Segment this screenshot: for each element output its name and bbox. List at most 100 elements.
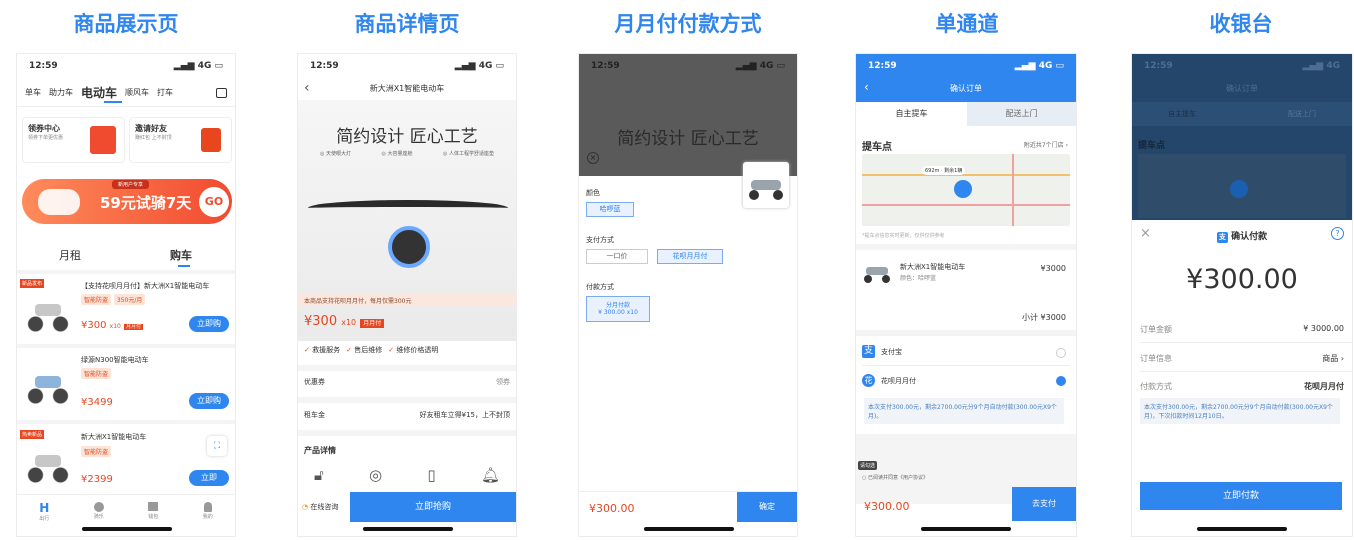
map <box>1138 154 1346 218</box>
message-icon[interactable] <box>216 87 227 98</box>
order-amount-row: 订单金额 ¥ 3000.00 <box>1140 324 1344 334</box>
list-item[interactable]: 绿源N300智能电动车 智能防盗 ¥3499 立即购 <box>17 351 235 421</box>
invite-card[interactable]: 邀请好友 赚红包 上不封顶 <box>129 117 232 163</box>
section-title: 商品详情页 <box>354 12 460 36</box>
buy-now-button[interactable]: 立即 <box>189 470 229 486</box>
plan-tag: 月月付 <box>360 319 385 328</box>
section-title: 月月付付款方式 <box>614 12 762 36</box>
bike-thumbnail <box>743 162 789 208</box>
nearby-link[interactable]: 附近共7个门店 › <box>1024 140 1068 149</box>
tab-buy[interactable]: 购车 <box>170 247 192 263</box>
plan-option[interactable]: 分月付款 ¥ 300.00 x10 <box>586 296 650 322</box>
alipay-radio[interactable] <box>1056 348 1066 358</box>
consult-button[interactable]: ◔ 在线咨询 <box>298 492 350 522</box>
promo-bar: 本商品支持花呗月月付，每月仅需300元 <box>298 294 516 306</box>
bottom-nav: H 出行 骑乐 钱包 我的 <box>17 501 235 522</box>
product-badge: 热卖新品 <box>20 430 45 439</box>
subtotal: 小计 ¥3000 <box>1022 313 1066 322</box>
home-indicator <box>921 527 1011 531</box>
tab-bike[interactable]: 单车 <box>25 87 41 98</box>
buy-now-button[interactable]: 立即抢购 <box>350 492 516 522</box>
signal-icon: ▂▄▆ 4G ▭ <box>173 61 223 71</box>
banner-tag: 新用户专享 <box>112 180 150 189</box>
list-item[interactable]: 热卖新品 新大洲X1智能电动车 智能防盗 ¥2399 ⛶ 立即 <box>17 426 235 496</box>
coupon-card[interactable]: 领券中心 领券下单更优惠 <box>22 117 125 163</box>
map[interactable]: 692m · 剩余1辆 <box>862 154 1070 226</box>
scan-icon[interactable]: ⛶ <box>207 436 227 456</box>
home-indicator <box>644 527 734 531</box>
scooter-image <box>38 189 80 215</box>
nav-ride[interactable]: H 出行 <box>39 501 49 522</box>
tab-indicator <box>104 101 122 103</box>
confirm-button[interactable]: 确定 <box>737 492 797 522</box>
tab-ride[interactable]: 顺风车 <box>125 87 149 98</box>
tab-self-pickup[interactable]: 自主提车 <box>856 102 967 126</box>
headlight-image <box>388 226 430 268</box>
color-label: 颜色 <box>586 189 600 197</box>
category-tabs: 单车 助力车 电动车 顺风车 打车 <box>25 84 227 101</box>
help-icon[interactable]: ? <box>1331 227 1344 240</box>
pay-option-huabei[interactable]: 花呗月月付 <box>657 249 723 264</box>
installment-note: 本次支付300.00元，剩余2700.00元分9个月自动付款(300.00元X9… <box>864 398 1064 424</box>
section-title: 收银台 <box>1209 12 1273 36</box>
page-title: 确认订单 <box>950 84 982 93</box>
header: 12:59 ▂▄▆ 4G ▭ ‹ 确认订单 <box>856 54 1076 102</box>
section-title: 单通道 <box>935 12 999 36</box>
nav-wallet[interactable]: 钱包 <box>148 501 158 522</box>
options-sheet: 颜色 哈啰蓝 支付方式 一口价 花呗月月付 付款方式 分月付款 ¥ 300.00 … <box>579 162 797 536</box>
color-option[interactable]: 哈啰蓝 <box>586 202 634 217</box>
map-label: 692m · 剩余1辆 <box>922 166 966 175</box>
tab-taxi[interactable]: 打车 <box>157 87 173 98</box>
pay-option-full[interactable]: 一口价 <box>586 249 648 264</box>
tab-ebike[interactable]: 电动车 <box>81 84 117 101</box>
bike-thumbnail <box>862 259 894 287</box>
coupon-row[interactable]: 优惠券 领券 <box>304 377 510 387</box>
tab-assist[interactable]: 助力车 <box>49 87 73 98</box>
product-tag: 350元/月 <box>113 294 146 305</box>
alipay-option[interactable]: 支支付宝 <box>862 345 902 358</box>
promo-banner[interactable]: 新用户专享 59元试骑7天 GO <box>22 179 232 224</box>
product-price: ¥3499 <box>81 397 113 408</box>
phone-confirm-order: 12:59 ▂▄▆ 4G ▭ ‹ 确认订单 自主提车 配送上门 提车点 附近共7个… <box>855 53 1077 537</box>
feature-item: ◎ 天使眼大灯 <box>320 151 351 157</box>
pay-button[interactable]: 去支付 <box>1012 487 1076 521</box>
order-info-row[interactable]: 订单信息 商品 › <box>1140 353 1344 364</box>
home-indicator <box>82 527 172 531</box>
payment-amount: ¥300.00 <box>1186 264 1298 295</box>
tab-monthly[interactable]: 月租 <box>59 247 81 263</box>
list-item[interactable]: 新品发布 【支持花呗月月付】新大洲X1智能电动车 智能防盗 350元/月 ¥30… <box>17 277 235 350</box>
store-marker-icon[interactable] <box>954 180 972 198</box>
total-price: ¥300.00 <box>864 500 910 513</box>
huabei-radio[interactable] <box>1056 376 1066 386</box>
pay-method-row[interactable]: 付款方式 花呗月月付 <box>1140 381 1344 392</box>
pay-now-button[interactable]: 立即付款 <box>1140 482 1342 510</box>
hero-text: 简约设计 匠心工艺 <box>336 127 478 147</box>
installment-note: 本次支付300.00元，剩余2700.00元分9个月自动付款(300.00元X9… <box>1140 398 1340 424</box>
status-bar: 12:59 ▂▄▆ 4G ▭ <box>17 54 235 78</box>
product-price: ¥300 <box>304 314 338 329</box>
huabei-option[interactable]: 花花呗月月付 <box>862 374 916 387</box>
buy-now-button[interactable]: 立即购 <box>189 393 229 409</box>
tab-delivery[interactable]: 配送上门 <box>967 102 1076 126</box>
go-button[interactable]: GO <box>199 187 229 217</box>
nav-me[interactable]: 我的 <box>203 501 213 522</box>
status-bar: 12:59 ▂▄▆ 4G ▭ <box>856 54 1076 78</box>
gift-icon <box>201 128 221 152</box>
phone-product-detail: 12:59 ▂▄▆ 4G ▭ ‹ 新大洲X1智能电动车 简约设计 匠心工艺 ◎ 天… <box>297 53 517 537</box>
close-icon[interactable]: × <box>587 152 599 164</box>
checkout-sheet: × 支 确认付款 ? ¥300.00 订单金额 ¥ 3000.00 订单信息 商品 … <box>1132 220 1352 536</box>
bell-icon: 🔔︎ <box>480 466 500 484</box>
plan-label: 付款方式 <box>586 283 614 291</box>
rent-reward-row[interactable]: 租车金 好友租车立得¥15，上不封顶 <box>304 410 510 420</box>
product-name: 新大洲X1智能电动车 <box>81 433 147 441</box>
status-bar: 12:59 ▂▄▆ 4G ▭ <box>298 54 516 78</box>
buy-now-button[interactable]: 立即购 <box>189 316 229 332</box>
handlebar-image <box>308 200 508 216</box>
product-name: 【支持花呗月月付】新大洲X1智能电动车 <box>81 282 210 290</box>
agree-checkbox[interactable]: ○ 已阅读并同意《用户协议》 <box>862 474 928 481</box>
signal-icon: ▂▄▆ 4G ▭ <box>454 61 504 71</box>
section-title: 商品展示页 <box>73 12 179 36</box>
nav-fun[interactable]: 骑乐 <box>93 501 104 522</box>
service-item: ✓ 维修价格透明 <box>388 346 439 354</box>
map-note: *提车点信息实时更新，仅供仅供参考 <box>862 233 945 239</box>
